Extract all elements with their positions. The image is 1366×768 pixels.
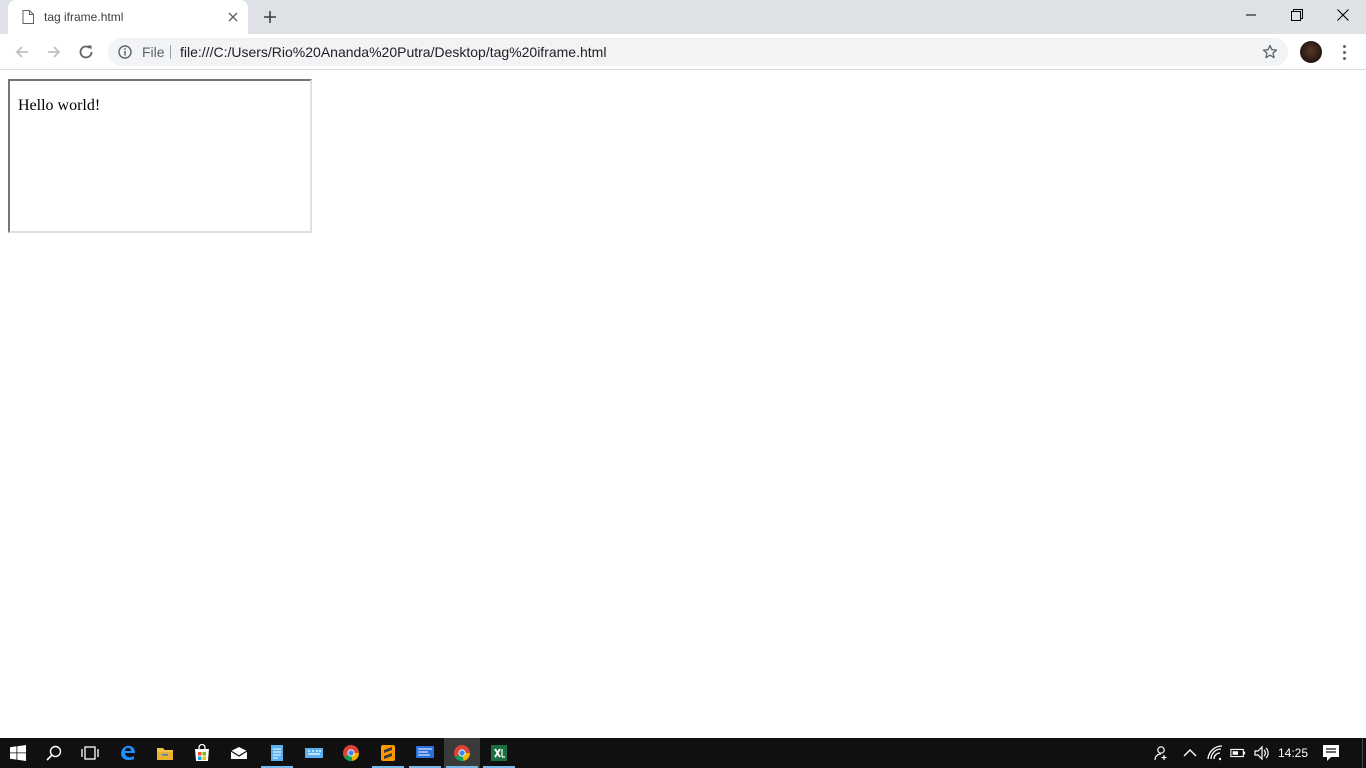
mail-icon[interactable] <box>221 738 257 768</box>
keyboard-icon[interactable] <box>296 738 332 768</box>
reload-icon[interactable] <box>72 38 100 66</box>
back-icon[interactable] <box>8 38 36 66</box>
minimize-icon[interactable] <box>1228 0 1274 30</box>
excel-icon[interactable] <box>481 738 517 768</box>
tab-strip: tag iframe.html <box>0 0 1366 34</box>
iframe-frame[interactable]: Hello world! <box>8 79 312 233</box>
task-view-icon[interactable] <box>72 738 108 768</box>
battery-icon[interactable] <box>1230 745 1246 761</box>
volume-icon[interactable] <box>1254 745 1270 761</box>
more-menu-icon[interactable] <box>1334 41 1354 63</box>
new-tab-icon[interactable] <box>258 6 282 28</box>
address-bar[interactable]: File file:///C:/Users/Rio%20Ananda%20Put… <box>108 38 1288 66</box>
close-window-icon[interactable] <box>1320 0 1366 30</box>
browser-toolbar: File file:///C:/Users/Rio%20Ananda%20Put… <box>0 34 1366 70</box>
start-icon[interactable] <box>0 738 36 768</box>
search-icon[interactable] <box>36 738 72 768</box>
chrome-icon[interactable] <box>333 738 369 768</box>
close-tab-icon[interactable] <box>226 10 240 24</box>
action-center-icon[interactable] <box>1322 744 1342 762</box>
info-icon[interactable] <box>118 45 132 59</box>
clock[interactable]: 14:25 <box>1278 746 1308 760</box>
file-explorer-icon[interactable] <box>147 738 183 768</box>
forward-icon[interactable] <box>40 38 68 66</box>
divider <box>170 45 171 59</box>
browser-tab[interactable]: tag iframe.html <box>8 0 248 34</box>
sublime-text-icon[interactable] <box>370 738 406 768</box>
avatar[interactable] <box>1300 41 1322 63</box>
scheme-label: File <box>142 44 165 60</box>
page-content: Hello world! <box>0 71 1366 738</box>
taskbar: 14:25 <box>0 738 1366 768</box>
iframe-text: Hello world! <box>18 97 101 114</box>
show-desktop-button[interactable] <box>1362 738 1366 768</box>
wifi-icon[interactable] <box>1207 745 1223 761</box>
edge-icon[interactable] <box>110 738 146 768</box>
notepad-icon[interactable] <box>259 738 295 768</box>
tab-title: tag iframe.html <box>44 10 124 24</box>
url-text[interactable]: file:///C:/Users/Rio%20Ananda%20Putra/De… <box>180 44 606 60</box>
people-icon[interactable] <box>1152 745 1168 761</box>
page-icon <box>22 10 34 24</box>
chrome-icon[interactable] <box>444 738 480 768</box>
restore-icon[interactable] <box>1274 0 1320 30</box>
chevron-up-icon[interactable] <box>1182 745 1198 761</box>
app-icon[interactable] <box>407 738 443 768</box>
bookmark-star-icon[interactable] <box>1262 44 1278 60</box>
store-icon[interactable] <box>184 738 220 768</box>
